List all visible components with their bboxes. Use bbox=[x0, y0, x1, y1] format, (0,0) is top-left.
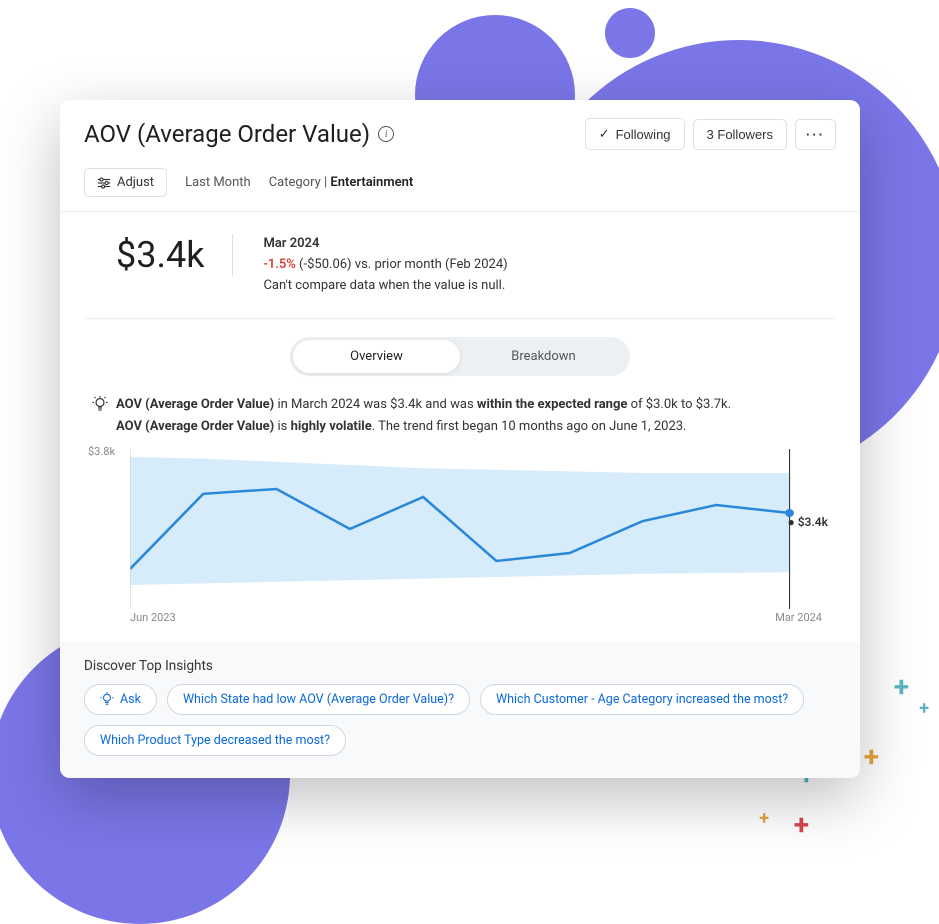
y-tick-top: $3.8k bbox=[88, 445, 115, 458]
check-icon: ✓ bbox=[599, 126, 610, 142]
insights-text: AOV (Average Order Value) in March 2024 … bbox=[60, 390, 860, 448]
followers-button[interactable]: 3 Followers bbox=[693, 119, 787, 150]
insight-1c: within the expected range bbox=[477, 397, 628, 412]
plus-deco: + bbox=[894, 670, 909, 703]
period-filter[interactable]: Last Month bbox=[185, 175, 251, 190]
summary-delta-line: -1.5% (-$50.06) vs. prior month (Feb 202… bbox=[263, 255, 507, 276]
following-button[interactable]: ✓ Following bbox=[585, 118, 685, 150]
suggestion-chip[interactable]: Which Customer - Age Category increased … bbox=[480, 684, 804, 715]
card-header: AOV (Average Order Value) i ✓ Following … bbox=[60, 100, 860, 158]
followers-label: 3 Followers bbox=[707, 127, 773, 142]
x-start: Jun 2023 bbox=[130, 611, 176, 624]
discover-title: Discover Top Insights bbox=[84, 658, 836, 674]
tab-breakdown[interactable]: Breakdown bbox=[460, 340, 627, 373]
more-icon: ··· bbox=[806, 127, 825, 142]
suggestion-chip[interactable]: Which Product Type decreased the most? bbox=[84, 725, 346, 756]
sliders-icon bbox=[97, 176, 111, 190]
category-filter[interactable]: Category | Entertainment bbox=[269, 175, 414, 190]
suggestion-chip[interactable]: Which State had low AOV (Average Order V… bbox=[167, 684, 470, 715]
title-text: AOV (Average Order Value) bbox=[84, 120, 370, 148]
chart-area: $3.8k ● $3.4k Jun 2023 Mar 2024 bbox=[60, 449, 860, 642]
metric-card: AOV (Average Order Value) i ✓ Following … bbox=[60, 100, 860, 778]
line-chart: $3.8k ● $3.4k bbox=[130, 449, 822, 609]
category-prefix: Category | bbox=[269, 175, 331, 190]
chart-end-value: ● $3.4k bbox=[787, 515, 828, 529]
kpi-value: $3.4k bbox=[116, 234, 233, 276]
insight-2b: is bbox=[274, 419, 290, 434]
discover-section: Discover Top Insights Ask Which State ha… bbox=[60, 642, 860, 778]
info-icon[interactable]: i bbox=[378, 126, 394, 142]
toolbar: Adjust Last Month Category | Entertainme… bbox=[60, 158, 860, 212]
delta-pct: -1.5% bbox=[263, 257, 295, 272]
ask-label: Ask bbox=[120, 692, 141, 707]
insight-2c: highly volatile bbox=[291, 419, 372, 434]
summary-row: $3.4k Mar 2024 -1.5% (-$50.06) vs. prior… bbox=[84, 212, 836, 319]
lightbulb-icon bbox=[92, 396, 108, 412]
x-end: Mar 2024 bbox=[775, 611, 822, 624]
null-note: Can't compare data when the value is nul… bbox=[263, 276, 507, 297]
delta-detail: (-$50.06) vs. prior month (Feb 2024) bbox=[296, 257, 508, 272]
view-toggle: Overview Breakdown bbox=[60, 319, 860, 390]
insight-1a: AOV (Average Order Value) bbox=[116, 397, 274, 412]
adjust-label: Adjust bbox=[117, 175, 154, 190]
category-value: Entertainment bbox=[330, 175, 413, 190]
insight-1d: of $3.0k to $3.7k. bbox=[627, 397, 731, 412]
bg-circle bbox=[605, 8, 655, 58]
plus-deco: + bbox=[794, 808, 809, 841]
adjust-button[interactable]: Adjust bbox=[84, 168, 167, 197]
plus-deco: + bbox=[919, 698, 929, 719]
tab-overview[interactable]: Overview bbox=[293, 340, 460, 373]
summary-details: Mar 2024 -1.5% (-$50.06) vs. prior month… bbox=[263, 234, 507, 296]
plus-deco: + bbox=[759, 808, 769, 829]
summary-month: Mar 2024 bbox=[263, 234, 507, 255]
insight-line-2: AOV (Average Order Value) is highly vola… bbox=[116, 416, 731, 438]
insight-2a: AOV (Average Order Value) bbox=[116, 419, 274, 434]
x-axis-labels: Jun 2023 Mar 2024 bbox=[130, 611, 822, 624]
lightbulb-icon bbox=[100, 692, 114, 706]
page-title: AOV (Average Order Value) i bbox=[84, 120, 394, 148]
insight-1b: in March 2024 was $3.4k and was bbox=[274, 397, 477, 412]
plus-deco: + bbox=[864, 740, 879, 773]
toggle-group: Overview Breakdown bbox=[290, 337, 630, 376]
ask-chip[interactable]: Ask bbox=[84, 684, 157, 715]
insight-line-1: AOV (Average Order Value) in March 2024 … bbox=[116, 394, 731, 416]
following-label: Following bbox=[616, 127, 671, 142]
insight-2d: . The trend first began 10 months ago on… bbox=[372, 419, 687, 434]
header-actions: ✓ Following 3 Followers ··· bbox=[585, 118, 836, 150]
chips-row: Ask Which State had low AOV (Average Ord… bbox=[84, 684, 836, 756]
more-button[interactable]: ··· bbox=[795, 119, 836, 150]
